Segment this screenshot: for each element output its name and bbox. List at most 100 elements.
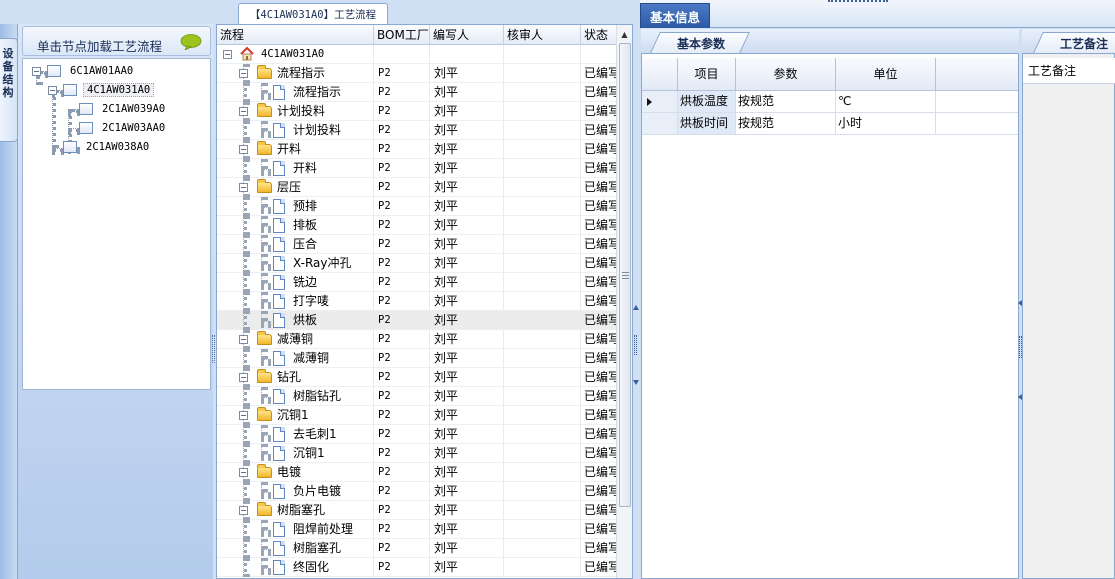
tree-node[interactable]: 2C1AW039A0 xyxy=(79,100,168,118)
scroll-thumb[interactable] xyxy=(619,43,631,507)
top-splitter-grip[interactable] xyxy=(828,0,888,3)
tree-node[interactable]: 4C1AW031A0 xyxy=(63,81,155,99)
tree-collapse-toggle-icon[interactable]: − xyxy=(239,107,248,116)
params-col-unit[interactable]: 单位 xyxy=(836,58,936,91)
process-substep-row[interactable]: 烘板 P2 刘平 已编写 xyxy=(217,311,617,330)
col-header-status[interactable]: 状态 xyxy=(581,25,617,45)
process-substep-row[interactable]: 负片电镀 P2 刘平 已编写 xyxy=(217,482,617,501)
process-substep-row[interactable]: 压合 P2 刘平 已编写 xyxy=(217,235,617,254)
process-substep-row[interactable]: 打字唛 P2 刘平 已编写 xyxy=(217,292,617,311)
process-substep-row[interactable]: 减薄铜 P2 刘平 已编写 xyxy=(217,349,617,368)
params-row[interactable]: 烘板时间 按规范 小时 xyxy=(642,113,1018,135)
reviewer-cell xyxy=(508,121,578,140)
param-unit-cell[interactable]: ℃ xyxy=(836,91,936,113)
param-item-cell[interactable]: 烘板温度 xyxy=(678,91,736,113)
tab-basic-params[interactable]: 基本参数 xyxy=(677,35,725,52)
process-substep-row[interactable]: 计划投料 P2 刘平 已编写 xyxy=(217,121,617,140)
param-value-cell[interactable]: 按规范 xyxy=(736,113,836,135)
process-substep-row[interactable]: 树脂钻孔 P2 刘平 已编写 xyxy=(217,387,617,406)
params-col-value[interactable]: 参数 xyxy=(736,58,836,91)
left-splitter-grip[interactable] xyxy=(212,335,215,363)
tree-collapse-toggle-icon[interactable]: − xyxy=(239,69,248,78)
process-root-row[interactable]: − 4C1AW031A0 xyxy=(217,45,617,64)
tree-node[interactable]: 2C1AW03AA0 xyxy=(79,119,168,137)
params-row[interactable]: 烘板温度 按规范 ℃ xyxy=(642,91,1018,113)
process-substep-row[interactable]: X-Ray冲孔 P2 刘平 已编写 xyxy=(217,254,617,273)
tree-node[interactable]: 6C1AW01AA0 xyxy=(47,62,136,80)
param-item-cell[interactable]: 烘板时间 xyxy=(678,113,736,135)
bom-plant-cell: P2 xyxy=(378,124,391,136)
tree-collapse-toggle-icon[interactable]: − xyxy=(239,411,248,420)
tree-node-label: 2C1AW039A0 xyxy=(102,103,166,115)
col-header-bom[interactable]: BOM工厂 xyxy=(374,25,430,45)
middle-splitter-grip[interactable] xyxy=(633,305,639,385)
row-selector[interactable] xyxy=(642,91,678,113)
document-icon xyxy=(273,218,285,233)
tree-collapse-toggle-icon[interactable]: − xyxy=(239,183,248,192)
process-substep-row[interactable]: 终固化 P2 刘平 已编写 xyxy=(217,558,617,577)
process-substep-row[interactable]: 沉铜1 P2 刘平 已编写 xyxy=(217,444,617,463)
tree-collapse-toggle-icon[interactable]: − xyxy=(223,50,232,59)
process-step-row[interactable]: − 开料 P2 刘平 已编写 xyxy=(217,140,617,159)
params-col-item[interactable]: 项目 xyxy=(678,58,736,91)
tree-collapse-toggle-icon[interactable]: − xyxy=(32,67,41,76)
tree-connector-line xyxy=(52,90,56,148)
process-substep-row[interactable]: 流程指示 P2 刘平 已编写 xyxy=(217,83,617,102)
tab-basic-info[interactable]: 基本信息 xyxy=(640,3,710,28)
process-step-row[interactable]: − 计划投料 P2 刘平 已编写 xyxy=(217,102,617,121)
process-name: 减薄铜 xyxy=(293,351,330,365)
status-cell: 已编写 xyxy=(584,218,617,232)
tree-collapse-toggle-icon[interactable]: − xyxy=(239,373,248,382)
process-substep-row[interactable]: 去毛刺1 P2 刘平 已编写 xyxy=(217,425,617,444)
process-substep-row[interactable]: 铣边 P2 刘平 已编写 xyxy=(217,273,617,292)
process-substep-row[interactable]: 阻焊前处理 P2 刘平 已编写 xyxy=(217,520,617,539)
scroll-up-arrow-icon[interactable]: ▲ xyxy=(617,25,632,43)
process-step-row[interactable]: − 树脂塞孔 P2 刘平 已编写 xyxy=(217,501,617,520)
tree-collapse-toggle-icon[interactable]: − xyxy=(239,506,248,515)
reviewer-cell xyxy=(508,406,578,425)
tree-collapse-toggle-icon[interactable]: − xyxy=(239,468,248,477)
param-filler-cell xyxy=(936,91,1018,113)
process-substep-row[interactable]: 排板 P2 刘平 已编写 xyxy=(217,216,617,235)
collapse-down-icon xyxy=(633,380,639,385)
process-flow-tab[interactable]: 【4C1AW031A0】工艺流程 xyxy=(238,3,388,24)
tab-process-notes[interactable]: 工艺备注 xyxy=(1060,35,1108,52)
scroll-grip-icon xyxy=(622,272,629,279)
process-step-row[interactable]: − 层压 P2 刘平 已编写 xyxy=(217,178,617,197)
tree-connector-line xyxy=(261,530,271,534)
bom-plant-cell: P2 xyxy=(378,295,391,307)
process-step-row[interactable]: − 沉铜1 P2 刘平 已编写 xyxy=(217,406,617,425)
process-step-row[interactable]: − 钻孔 P2 刘平 已编写 xyxy=(217,368,617,387)
folder-icon xyxy=(257,502,272,516)
tree-collapse-toggle-icon[interactable]: − xyxy=(239,335,248,344)
writer-cell: 刘平 xyxy=(434,541,459,555)
bom-plant-cell: P2 xyxy=(378,390,391,402)
process-notes-label: 工艺备注 xyxy=(1023,58,1115,84)
tree-node[interactable]: 2C1AW038A0 xyxy=(63,138,152,156)
status-cell: 已编写 xyxy=(584,313,617,327)
folder-icon xyxy=(257,464,272,478)
process-step-row[interactable]: − 流程指示 P2 刘平 已编写 xyxy=(217,64,617,83)
param-value-cell[interactable]: 按规范 xyxy=(736,91,836,113)
col-header-writer[interactable]: 编写人 xyxy=(430,25,504,45)
process-name: 层压 xyxy=(277,180,302,194)
process-step-row[interactable]: − 减薄铜 P2 刘平 已编写 xyxy=(217,330,617,349)
col-header-process[interactable]: 流程 xyxy=(217,25,374,45)
process-step-row[interactable]: − 电镀 P2 刘平 已编写 xyxy=(217,463,617,482)
grid-vertical-scrollbar[interactable]: ▲ xyxy=(616,25,632,578)
writer-cell: 刘平 xyxy=(434,522,459,536)
process-substep-row[interactable]: 预排 P2 刘平 已编写 xyxy=(217,197,617,216)
process-substep-row[interactable]: 开料 P2 刘平 已编写 xyxy=(217,159,617,178)
param-unit-cell[interactable]: 小时 xyxy=(836,113,936,135)
col-header-reviewer[interactable]: 核审人 xyxy=(504,25,581,45)
grid-body: −4C1AW031A0− 流程指示 P2 刘平 已编写 流程指示 P2 刘平 已编写 − 计划投料 P… xyxy=(217,45,617,578)
tree-collapse-toggle-icon[interactable]: − xyxy=(239,145,248,154)
tree-collapse-toggle-icon[interactable]: − xyxy=(48,86,57,95)
document-icon xyxy=(273,294,285,309)
folder-icon xyxy=(257,65,272,79)
process-substep-row[interactable]: 树脂塞孔 P2 刘平 已编写 xyxy=(217,539,617,558)
tree-connector-line xyxy=(261,482,265,492)
document-icon xyxy=(273,389,285,404)
row-selector[interactable] xyxy=(642,113,678,135)
device-structure-vertical-tab[interactable]: 设备结构 xyxy=(0,38,18,142)
